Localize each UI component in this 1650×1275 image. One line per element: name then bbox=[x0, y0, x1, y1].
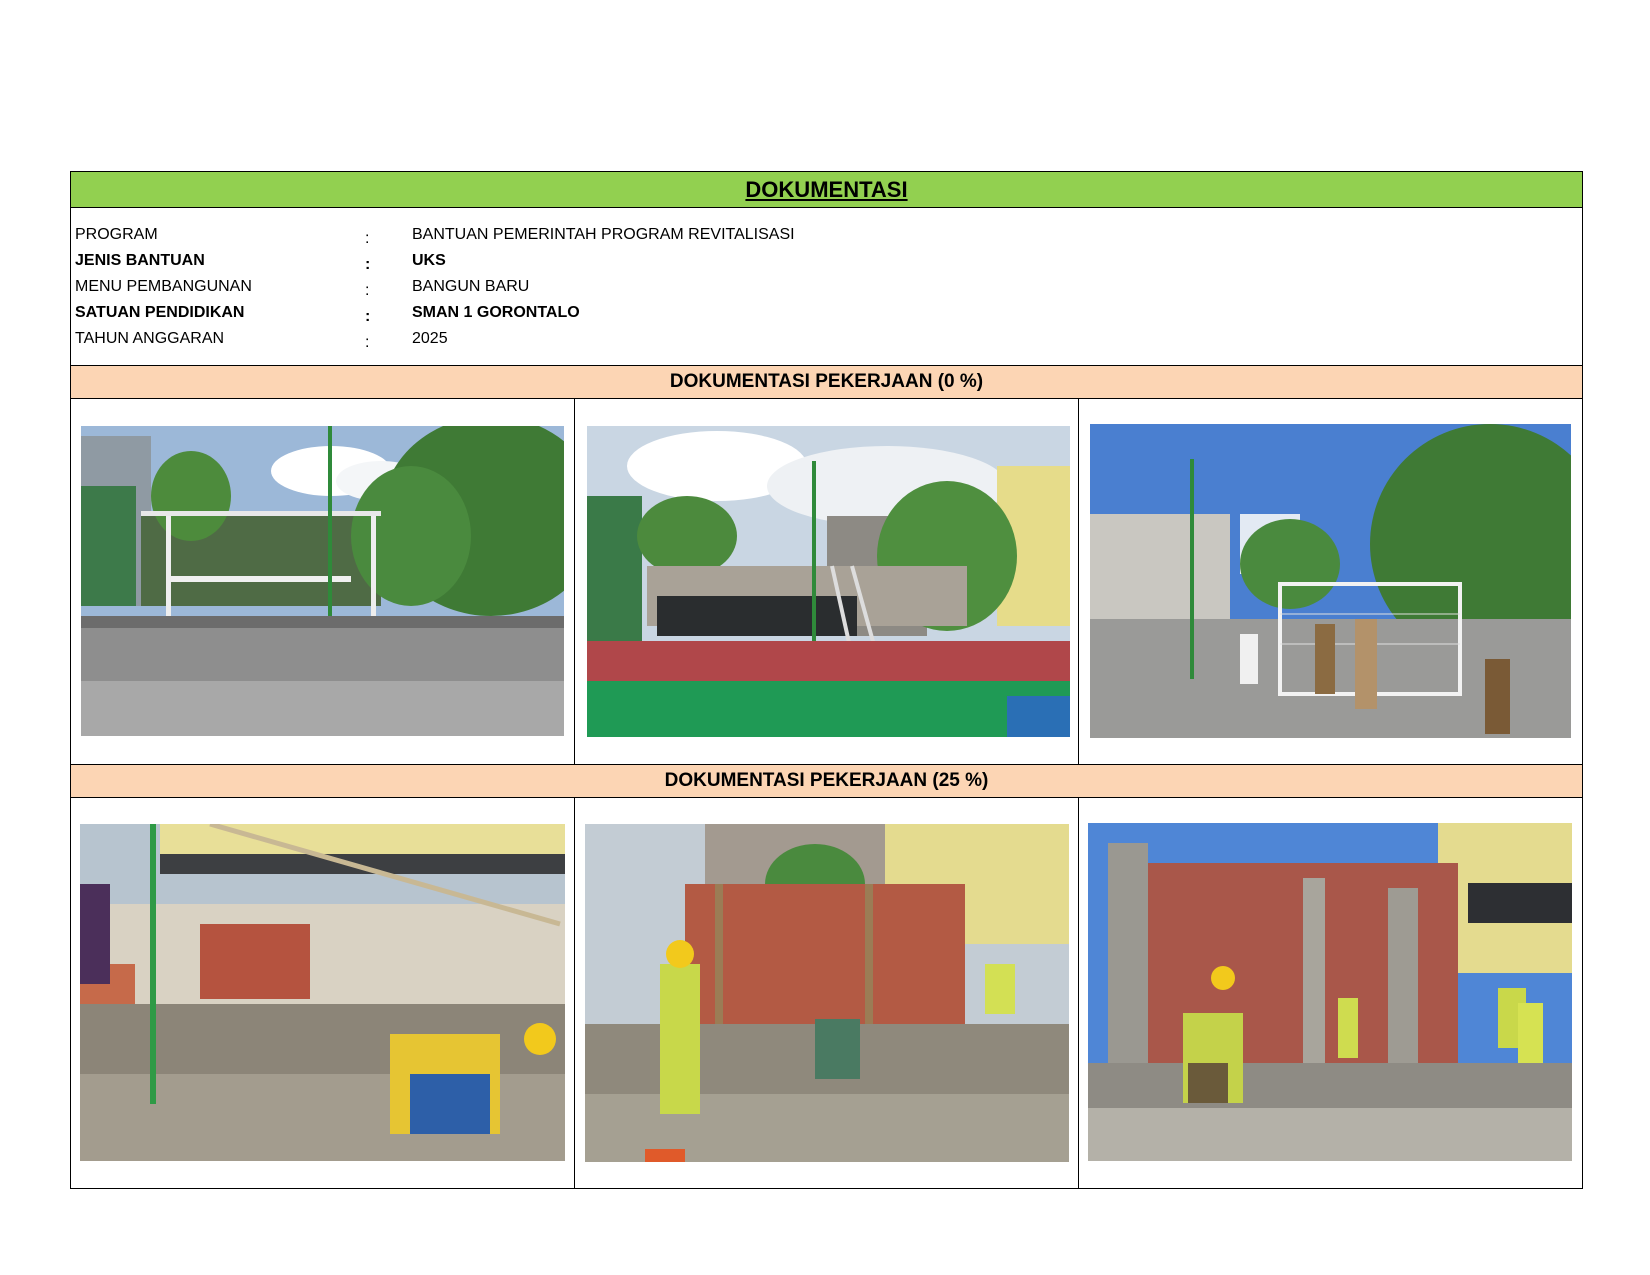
site-photo bbox=[81, 426, 564, 736]
info-separator: : bbox=[365, 230, 370, 247]
info-label: SATUAN PENDIDIKAN bbox=[75, 304, 245, 321]
photo-cell bbox=[1078, 399, 1582, 764]
section-heading-0-percent: DOKUMENTASI PEKERJAAN (0 %) bbox=[71, 366, 1582, 399]
document-title: DOKUMENTASI bbox=[745, 176, 908, 202]
info-value: UKS bbox=[412, 252, 446, 269]
photo-cell bbox=[574, 399, 1078, 764]
info-row-menu-pembangunan: MENU PEMBANGUNAN : BANGUN BARU bbox=[71, 274, 1582, 300]
title-bar: DOKUMENTASI bbox=[71, 172, 1582, 208]
photo-cell bbox=[71, 798, 574, 1188]
info-label: TAHUN ANGGARAN bbox=[75, 330, 225, 347]
info-value: 2025 bbox=[412, 330, 448, 347]
info-row-tahun-anggaran: TAHUN ANGGARAN : 2025 bbox=[71, 326, 1582, 352]
section-heading-text: DOKUMENTASI PEKERJAAN (0 %) bbox=[669, 371, 984, 392]
info-value: BANTUAN PEMERINTAH PROGRAM REVITALISASI bbox=[412, 226, 795, 243]
section-heading-25-percent: DOKUMENTASI PEKERJAAN (25 %) bbox=[71, 765, 1582, 798]
info-block: PROGRAM : BANTUAN PEMERINTAH PROGRAM REV… bbox=[71, 208, 1582, 366]
photo-row-0-percent bbox=[71, 399, 1582, 765]
info-label: JENIS BANTUAN bbox=[75, 252, 205, 269]
info-separator: : bbox=[365, 282, 370, 299]
info-separator: : bbox=[365, 334, 370, 351]
info-separator: : bbox=[365, 256, 371, 273]
info-value: SMAN 1 GORONTALO bbox=[412, 304, 580, 321]
info-value: BANGUN BARU bbox=[412, 278, 530, 295]
info-row-jenis-bantuan: JENIS BANTUAN : UKS bbox=[71, 248, 1582, 274]
photo-cell bbox=[1078, 798, 1582, 1188]
photo-cell bbox=[71, 399, 574, 764]
photo-cell bbox=[574, 798, 1078, 1188]
site-photo bbox=[587, 426, 1070, 737]
info-row-satuan-pendidikan: SATUAN PENDIDIKAN : SMAN 1 GORONTALO bbox=[71, 300, 1582, 326]
site-photo bbox=[80, 824, 565, 1161]
photo-row-25-percent bbox=[71, 798, 1582, 1188]
site-photo bbox=[1090, 424, 1571, 738]
info-label: PROGRAM bbox=[75, 226, 158, 243]
info-label: MENU PEMBANGUNAN bbox=[75, 278, 252, 295]
documentation-sheet: DOKUMENTASI PROGRAM : BANTUAN PEMERINTAH… bbox=[70, 171, 1583, 1189]
section-heading-text: DOKUMENTASI PEKERJAAN (25 %) bbox=[664, 770, 989, 791]
info-separator: : bbox=[365, 308, 371, 325]
site-photo bbox=[1088, 823, 1572, 1161]
site-photo bbox=[585, 824, 1069, 1162]
info-row-program: PROGRAM : BANTUAN PEMERINTAH PROGRAM REV… bbox=[71, 222, 1582, 248]
